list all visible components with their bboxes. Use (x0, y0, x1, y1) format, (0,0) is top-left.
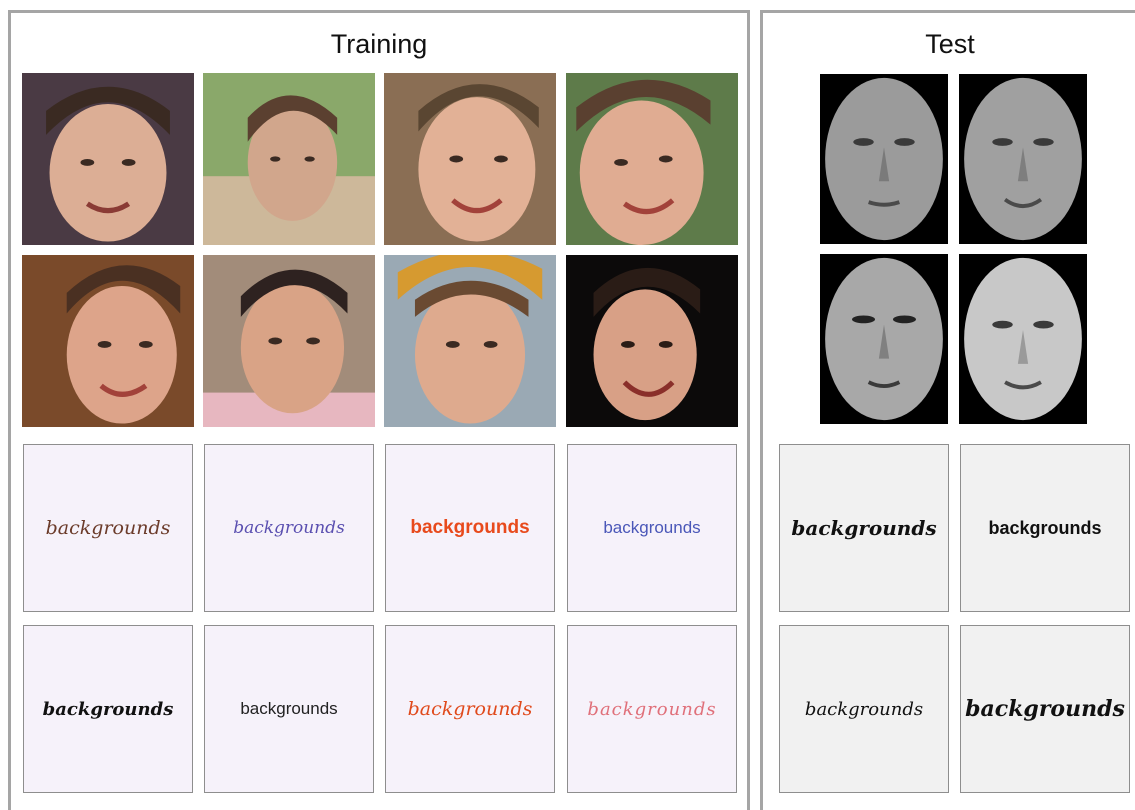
test-face-photo (959, 74, 1087, 244)
handwriting-word: backgrounds (45, 517, 171, 539)
training-handwriting-sample: backgrounds (23, 444, 193, 612)
training-handwriting-sample: backgrounds (23, 625, 193, 793)
training-face-photo (203, 73, 375, 245)
handwriting-word: backgrounds (965, 696, 1125, 722)
training-handwriting-sample: backgrounds (567, 444, 737, 612)
training-face-photo (384, 255, 556, 427)
handwriting-word: backgrounds (587, 698, 717, 720)
test-panel: Test backgrounds backgrounds backgrounds… (760, 10, 1135, 810)
training-handwriting-sample: backgrounds (385, 444, 555, 612)
handwriting-word: backgrounds (42, 698, 174, 720)
test-face-photo (820, 74, 948, 244)
training-handwriting-sample: backgrounds (385, 625, 555, 793)
test-handwriting-sample: backgrounds (779, 444, 949, 612)
handwriting-word: backgrounds (791, 516, 937, 540)
test-face-photo (959, 254, 1087, 424)
handwriting-word: backgrounds (988, 517, 1102, 538)
training-panel: Training backgrounds backgrounds backgro… (8, 10, 750, 810)
training-face-photo (566, 73, 738, 245)
test-title: Test (925, 29, 975, 59)
test-handwriting-sample: backgrounds (960, 444, 1130, 612)
training-handwriting-sample: backgrounds (567, 625, 737, 793)
training-title: Training (330, 29, 428, 59)
test-face-photo (820, 254, 948, 424)
handwriting-word: backgrounds (410, 517, 530, 538)
handwriting-word: backgrounds (603, 518, 701, 537)
handwriting-word: backgrounds (240, 699, 338, 718)
handwriting-word: backgrounds (407, 698, 533, 720)
test-handwriting-sample: backgrounds (960, 625, 1130, 793)
training-face-photo (22, 73, 194, 245)
training-face-photo (203, 255, 375, 427)
handwriting-word: backgrounds (804, 698, 924, 720)
training-handwriting-sample: backgrounds (204, 625, 374, 793)
training-face-photo (384, 73, 556, 245)
handwriting-word: backgrounds (233, 518, 345, 538)
training-face-photo (566, 255, 738, 427)
training-handwriting-sample: backgrounds (204, 444, 374, 612)
training-face-photo (22, 255, 194, 427)
test-handwriting-sample: backgrounds (779, 625, 949, 793)
